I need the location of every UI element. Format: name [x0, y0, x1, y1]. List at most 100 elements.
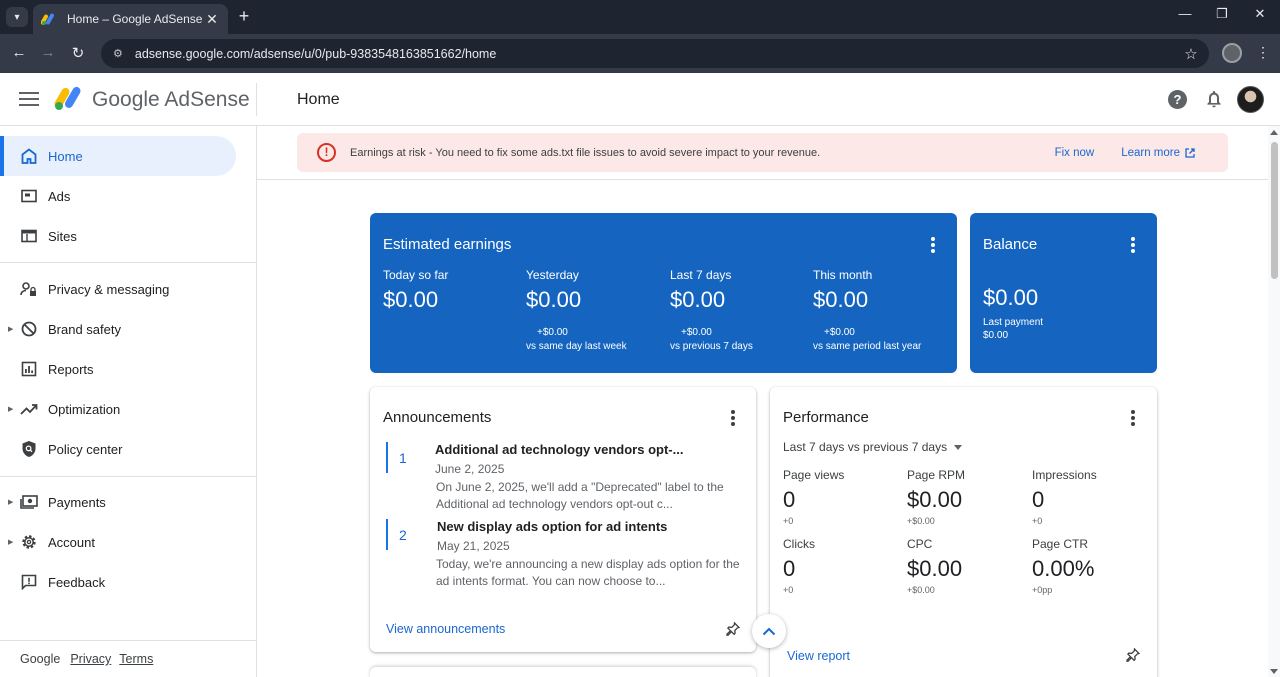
sidebar-item-feedback[interactable]: Feedback — [0, 562, 236, 602]
address-bar[interactable]: ⚙ adsense.google.com/adsense/u/0/pub-938… — [101, 39, 1209, 68]
expand-caret-icon[interactable]: ▶ — [8, 498, 13, 506]
perf-page-rpm: Page RPM $0.00 +$0.00 — [907, 468, 1027, 526]
metric-delta: +$0.00 — [537, 327, 568, 338]
sidebar-item-optimization[interactable]: ▶ Optimization — [0, 389, 236, 429]
help-icon[interactable]: ? — [1168, 90, 1187, 109]
sidebar-item-payments[interactable]: ▶ Payments — [0, 482, 236, 522]
sidebar-item-sites[interactable]: Sites — [0, 216, 236, 256]
privacy-link[interactable]: Privacy — [70, 652, 111, 666]
sidebar-divider — [0, 262, 256, 263]
metric-label: CPC — [907, 537, 933, 551]
expand-caret-icon[interactable]: ▶ — [8, 538, 13, 546]
sidebar-item-label: Privacy & messaging — [48, 281, 170, 297]
sidebar-footer: Google Privacy Terms — [0, 640, 256, 677]
sidebar-item-label: Feedback — [48, 574, 106, 590]
content-divider — [257, 179, 1268, 180]
sidebar-item-account[interactable]: ▶ Account — [0, 522, 236, 562]
home-icon — [20, 147, 38, 165]
sidebar-item-privacy[interactable]: Privacy & messaging — [0, 269, 236, 309]
gear-icon — [20, 533, 38, 551]
announcements-card: Announcements 1 Additional ad technology… — [370, 387, 756, 652]
tab-close-icon[interactable]: ✕ — [204, 11, 220, 28]
sidebar-item-home[interactable]: Home — [0, 136, 236, 176]
scroll-down-arrow-icon[interactable] — [1270, 669, 1278, 674]
estimated-earnings-card: Estimated earnings Today so far $0.00 Ye… — [370, 213, 957, 373]
main-menu-icon[interactable] — [19, 89, 39, 109]
back-icon[interactable]: ← — [9, 44, 29, 61]
announcement-desc: On June 2, 2025, we'll add a "Deprecated… — [436, 480, 724, 511]
metric-value: $0.00 — [907, 487, 963, 512]
metric-label: Page views — [783, 468, 845, 482]
sidebar-item-policy-center[interactable]: Policy center — [0, 429, 236, 469]
notifications-bell-icon[interactable] — [1204, 89, 1224, 109]
browser-menu-icon[interactable]: ⋮ — [1256, 44, 1270, 61]
metric-label: This month — [813, 268, 873, 282]
account-avatar[interactable] — [1237, 86, 1264, 113]
metric-delta: +$0.00 — [907, 585, 935, 595]
card-title: Balance — [983, 236, 1038, 253]
sidebar-item-reports[interactable]: Reports — [0, 349, 236, 389]
sidebar-item-label: Brand safety — [48, 321, 121, 337]
adsense-logo-icon — [54, 85, 84, 111]
minimize-icon[interactable]: — — [1175, 6, 1195, 21]
privacy-icon — [20, 280, 38, 298]
metric-value: 0 — [783, 556, 796, 581]
more-vert-icon[interactable] — [931, 237, 935, 255]
external-link-icon — [1185, 147, 1195, 158]
maximize-icon[interactable]: ❐ — [1212, 6, 1232, 22]
metric-delta: +0 — [783, 585, 794, 595]
pin-icon[interactable] — [1126, 647, 1141, 662]
metric-delta: +$0.00 — [824, 327, 855, 338]
window-close-icon[interactable]: ✕ — [1250, 6, 1270, 22]
last-payment-label: Last payment — [983, 317, 1044, 328]
more-vert-icon[interactable] — [1131, 237, 1135, 255]
perf-page-views: Page views 0 +0 — [783, 468, 903, 526]
perf-clicks: Clicks 0 +0 — [783, 537, 903, 595]
scrollbar-thumb[interactable] — [1271, 142, 1278, 279]
page-scrollbar[interactable] — [1268, 126, 1280, 677]
sidebar-item-brand-safety[interactable]: ▶ Brand safety — [0, 309, 236, 349]
date-range-dropdown[interactable]: Last 7 days vs previous 7 days — [783, 440, 963, 454]
card-title: Performance — [783, 409, 869, 426]
feedback-icon — [20, 573, 38, 591]
expand-caret-icon[interactable]: ▶ — [8, 325, 13, 333]
site-settings-icon[interactable]: ⚙ — [113, 47, 123, 60]
announcement-date: June 2, 2025 — [435, 462, 505, 476]
browser-tab[interactable]: Home – Google AdSense ✕ — [33, 4, 228, 34]
metric-value: $0.00 — [383, 287, 439, 312]
announcement-bar — [386, 519, 388, 550]
scroll-up-arrow-icon[interactable] — [1270, 130, 1278, 135]
reload-icon[interactable]: ↻ — [68, 44, 88, 62]
url-text[interactable]: adsense.google.com/adsense/u/0/pub-93835… — [135, 47, 1173, 61]
expand-caret-icon[interactable]: ▶ — [8, 405, 13, 413]
scroll-to-top-button[interactable] — [752, 614, 786, 648]
brand-name: Google AdSense — [92, 88, 250, 112]
perf-cpc: CPC $0.00 +$0.00 — [907, 537, 1027, 595]
fix-now-button[interactable]: Fix now — [1055, 147, 1095, 159]
metric-value: $0.00 — [670, 287, 726, 312]
brand-google: Google — [92, 88, 160, 111]
pin-icon[interactable] — [726, 621, 741, 636]
learn-more-link[interactable]: Learn more — [1121, 147, 1195, 159]
sidebar-divider — [0, 476, 256, 477]
announcement-headline[interactable]: Additional ad technology vendors opt-... — [435, 442, 683, 457]
tab-search-button[interactable]: ▾ — [6, 7, 28, 27]
metric-value: $0.00 — [907, 556, 963, 581]
metric-compare: vs previous 7 days — [670, 341, 753, 352]
more-vert-icon[interactable] — [731, 410, 735, 428]
browser-profile-icon[interactable] — [1222, 43, 1242, 63]
forward-icon[interactable]: → — [38, 44, 58, 61]
terms-link[interactable]: Terms — [119, 652, 153, 666]
view-report-link[interactable]: View report — [787, 649, 850, 663]
new-tab-icon[interactable]: + — [236, 6, 252, 27]
announcement-headline[interactable]: New display ads option for ad intents — [437, 519, 667, 534]
announcement-bar — [386, 442, 388, 473]
more-vert-icon[interactable] — [1131, 410, 1135, 428]
metric-label: Yesterday — [526, 268, 579, 282]
metric-label: Last 7 days — [670, 268, 732, 282]
bookmark-star-icon[interactable]: ☆ — [1173, 45, 1209, 63]
sidebar-item-ads[interactable]: Ads — [0, 176, 236, 216]
shield-icon — [20, 440, 38, 458]
view-announcements-link[interactable]: View announcements — [386, 622, 505, 636]
sidebar: Home Ads Sites Privacy & messaging ▶ Bra… — [0, 126, 257, 677]
